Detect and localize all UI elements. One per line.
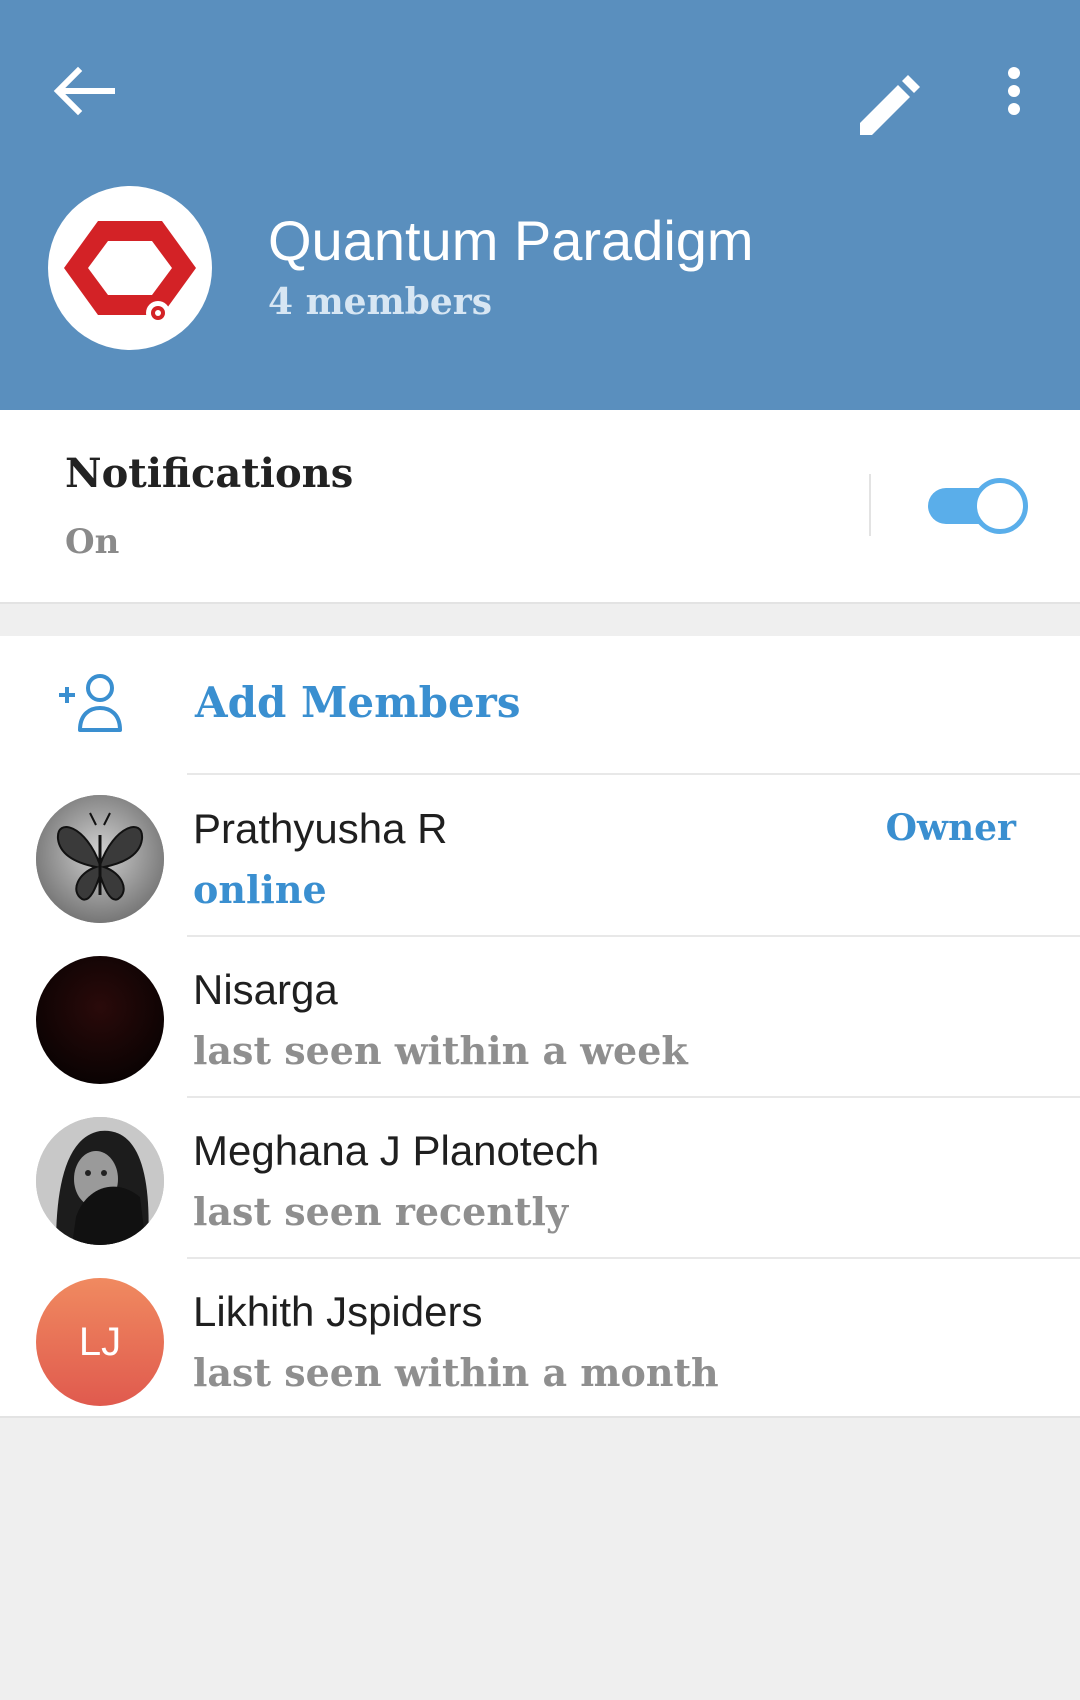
avatar-initials: LJ — [78, 1320, 122, 1364]
member-row-nisarga[interactable]: Nisarga last seen within a week — [0, 936, 1080, 1096]
notifications-status: On — [65, 522, 120, 562]
pencil-icon — [860, 75, 920, 135]
member-name: Meghana J Planotech — [193, 1127, 600, 1174]
avatar[interactable] — [36, 956, 164, 1084]
member-status: last seen recently — [193, 1189, 569, 1234]
avatar[interactable] — [36, 1117, 164, 1245]
notifications-row[interactable]: Notifications On — [0, 410, 1080, 604]
member-status: online — [193, 867, 327, 912]
member-name: Nisarga — [193, 966, 338, 1013]
member-status: last seen within a week — [193, 1028, 688, 1073]
arrow-left-icon — [53, 66, 115, 116]
member-row-meghana[interactable]: Meghana J Planotech last seen recently — [0, 1097, 1080, 1257]
avatar[interactable] — [36, 795, 164, 923]
group-avatar[interactable] — [48, 186, 212, 350]
hexagon-logo-icon — [64, 221, 196, 325]
add-members-label: Add Members — [195, 678, 521, 727]
chat-info-header: Quantum Paradigm 4 members — [0, 0, 1080, 410]
avatar[interactable]: LJ — [36, 1278, 164, 1406]
back-button[interactable] — [40, 55, 140, 155]
member-name: Likhith Jspiders — [193, 1288, 483, 1335]
member-status: last seen within a month — [193, 1350, 719, 1395]
owner-badge: Owner — [885, 807, 1016, 849]
group-title: Quantum Paradigm — [268, 209, 754, 272]
more-options-button[interactable] — [975, 55, 1055, 155]
member-count: 4 members — [268, 281, 492, 323]
butterfly-icon — [36, 795, 164, 923]
portrait-photo-icon — [36, 1117, 164, 1245]
notifications-title: Notifications — [65, 450, 354, 497]
add-members-button[interactable]: Add Members — [0, 636, 1080, 774]
add-user-icon — [59, 674, 122, 732]
member-row-prathyusha[interactable]: Prathyusha R online Owner — [0, 775, 1080, 935]
member-row-likhith[interactable]: LJ Likhith Jspiders last seen within a m… — [0, 1258, 1080, 1418]
member-name: Prathyusha R — [193, 805, 448, 852]
toggle-knob — [972, 478, 1028, 534]
more-vertical-icon — [1008, 67, 1020, 115]
members-list: Add Members Prathyusha R online Owner Ni… — [0, 636, 1080, 1418]
notifications-toggle[interactable] — [928, 478, 1028, 534]
divider — [869, 474, 871, 536]
edit-button[interactable] — [840, 55, 940, 155]
